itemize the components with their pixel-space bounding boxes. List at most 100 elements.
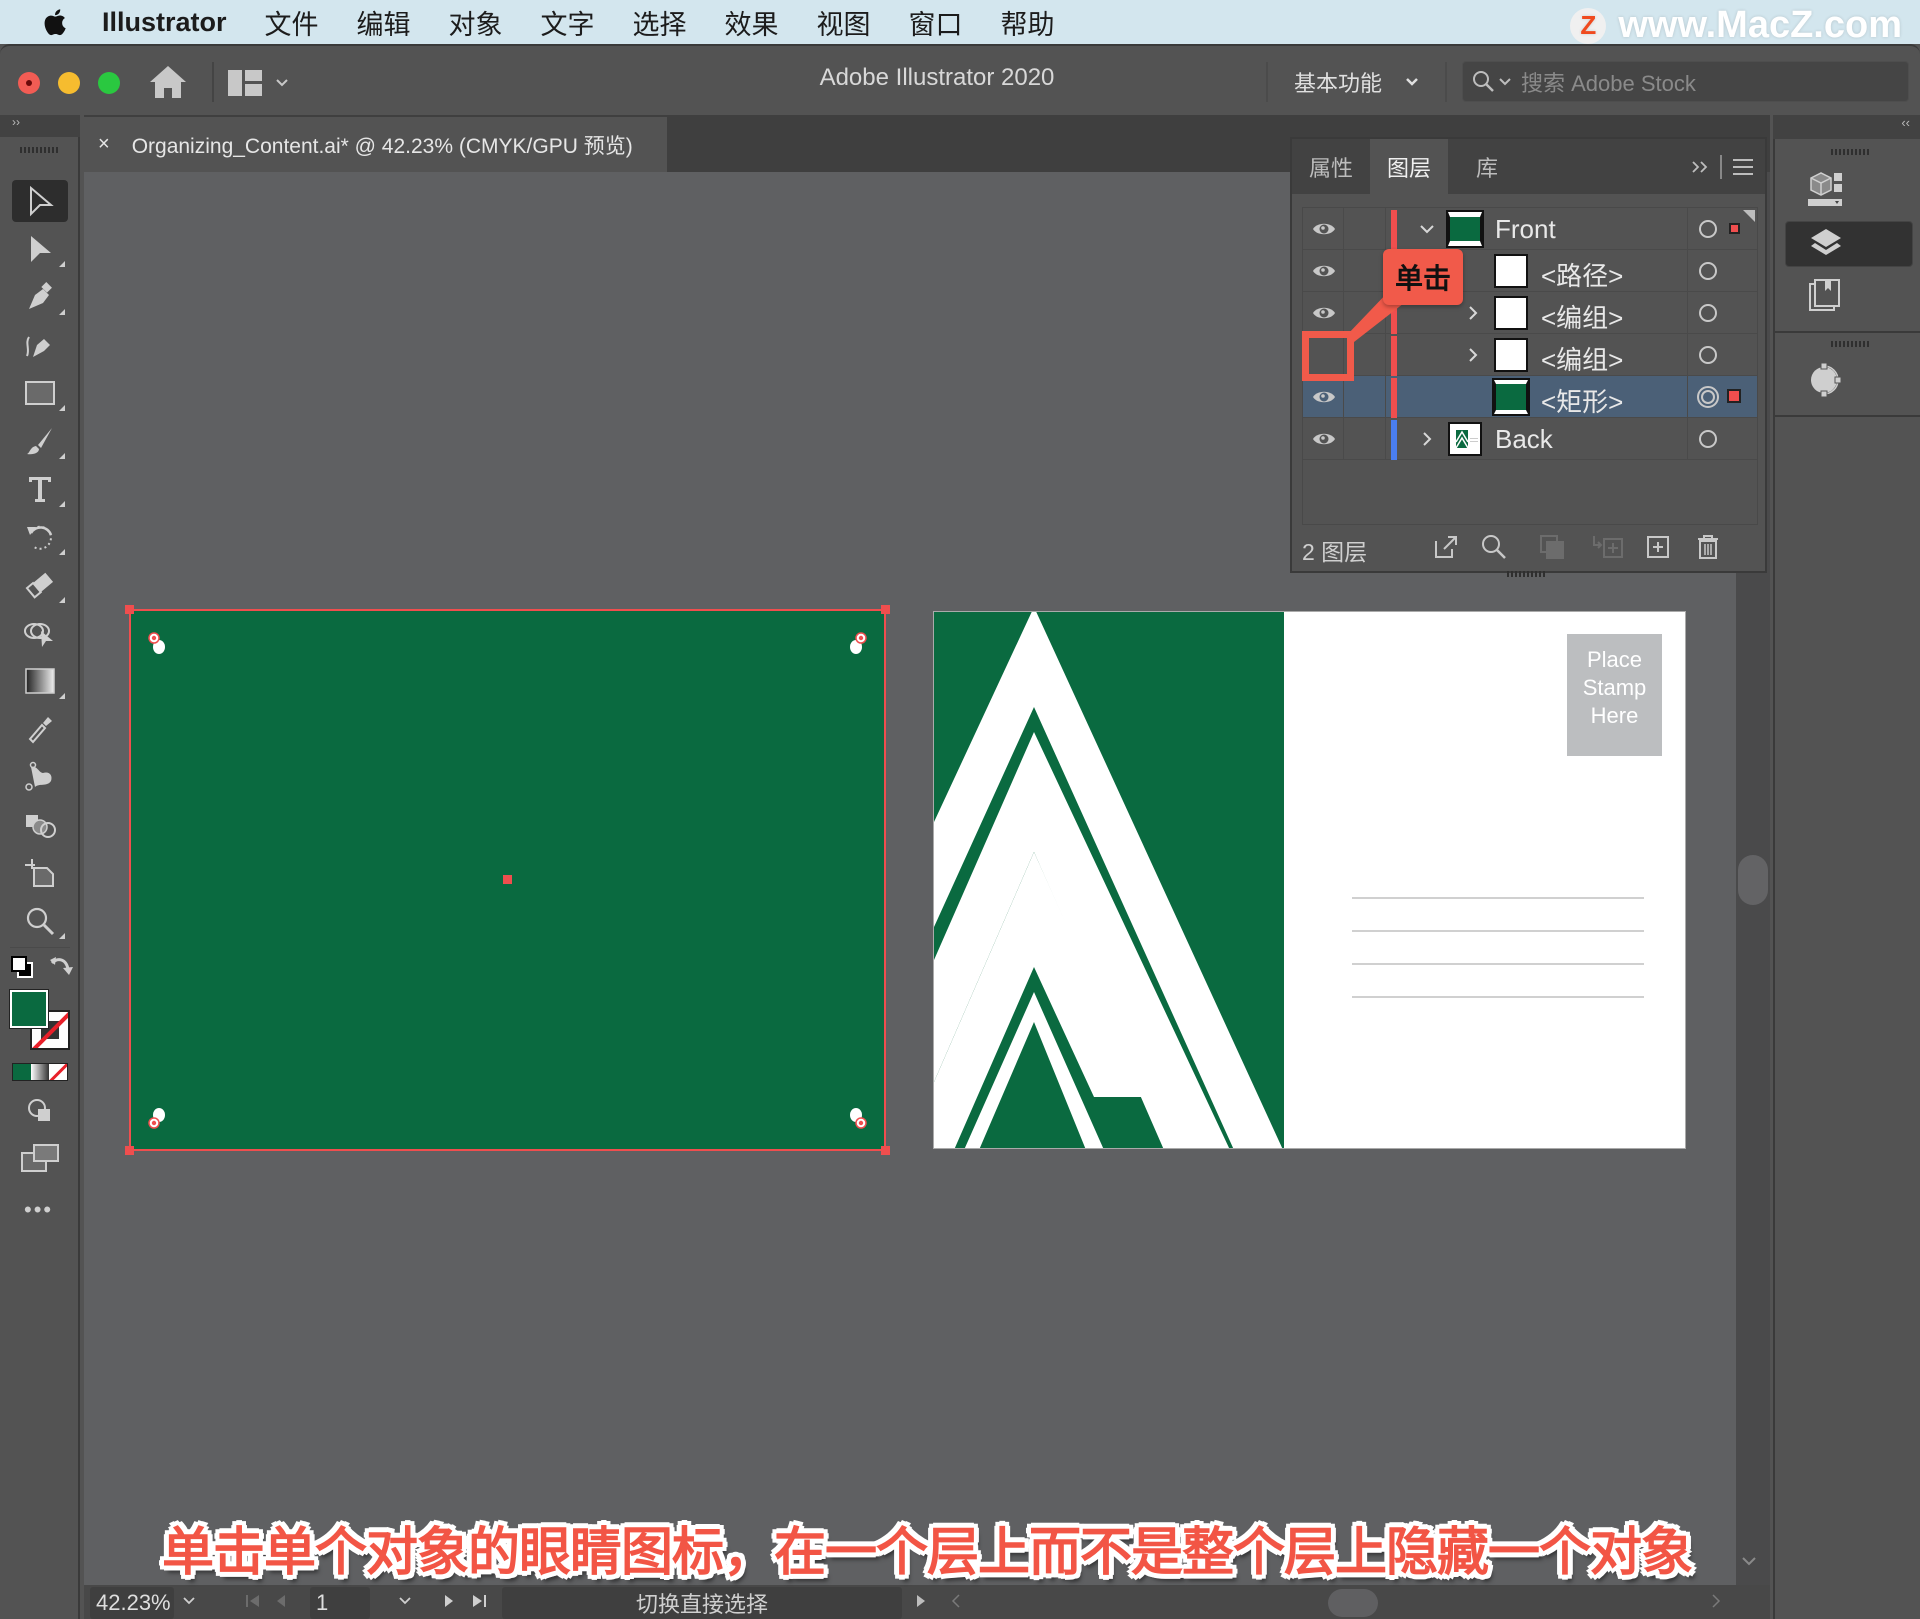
- layer-name[interactable]: <编组>: [1541, 298, 1623, 335]
- puppet-warp-tool[interactable]: [12, 756, 68, 798]
- eraser-tool[interactable]: [12, 564, 68, 606]
- gradient-button[interactable]: [31, 1064, 49, 1080]
- lock-toggle-cell[interactable]: [1343, 418, 1344, 460]
- next-artboard-icon[interactable]: [442, 1593, 456, 1609]
- menu-file[interactable]: 文件: [265, 3, 319, 42]
- create-new-layer-icon[interactable]: [1644, 533, 1672, 561]
- tab-properties[interactable]: 属性: [1292, 139, 1370, 194]
- target-indicator[interactable]: [1699, 430, 1717, 448]
- screen-mode-icon[interactable]: [20, 1143, 60, 1173]
- none-button[interactable]: [49, 1064, 67, 1080]
- chevron-down-icon[interactable]: [180, 1593, 198, 1609]
- vertical-scroll-thumb[interactable]: [1738, 855, 1768, 905]
- draw-mode-icon[interactable]: [26, 1097, 54, 1125]
- fill-color-preview[interactable]: [10, 990, 48, 1028]
- rotate-tool[interactable]: [12, 516, 68, 558]
- paintbrush-tool[interactable]: [12, 420, 68, 462]
- tab-libraries[interactable]: 库: [1448, 139, 1526, 194]
- menu-select[interactable]: 选择: [633, 3, 687, 42]
- default-fill-stroke-icon[interactable]: [10, 955, 36, 981]
- resize-handle-bottom-left[interactable]: [125, 1146, 134, 1155]
- menu-effect[interactable]: 效果: [725, 3, 779, 42]
- dock-properties-button[interactable]: [1785, 167, 1913, 213]
- pen-tool[interactable]: [12, 276, 68, 318]
- target-indicator[interactable]: [1699, 304, 1717, 322]
- scroll-right-icon[interactable]: [1710, 1593, 1722, 1609]
- chevron-right-icon[interactable]: [1463, 303, 1483, 323]
- resize-handle-bottom-right[interactable]: [881, 1146, 890, 1155]
- live-corner-widget[interactable]: [848, 1107, 868, 1131]
- panel-resize-grip[interactable]: [1507, 571, 1547, 577]
- layer-name[interactable]: <编组>: [1541, 340, 1623, 377]
- locate-object-icon[interactable]: [1480, 533, 1508, 561]
- expand-panel-icon[interactable]: [1690, 159, 1710, 175]
- blend-tool[interactable]: [12, 804, 68, 846]
- target-indicator-targeted[interactable]: [1697, 386, 1719, 408]
- layer-row-rectangle[interactable]: <矩形>: [1303, 376, 1757, 418]
- create-sublayer-icon[interactable]: [1590, 533, 1626, 561]
- target-indicator[interactable]: [1699, 346, 1717, 364]
- layer-name[interactable]: Front: [1495, 214, 1556, 245]
- dock-libraries-button[interactable]: [1785, 273, 1913, 319]
- zoom-tool[interactable]: [12, 900, 68, 942]
- eye-visibility-icon[interactable]: [1311, 426, 1337, 452]
- gradient-tool[interactable]: [12, 660, 68, 702]
- live-corner-widget[interactable]: [848, 631, 868, 655]
- first-artboard-icon[interactable]: [244, 1593, 262, 1609]
- artboard-back[interactable]: Place Stamp Here: [933, 611, 1686, 1149]
- menu-help[interactable]: 帮助: [1001, 3, 1055, 42]
- tab-layers[interactable]: 图层: [1370, 139, 1448, 194]
- shape-builder-tool[interactable]: [12, 612, 68, 654]
- dock-layers-button[interactable]: [1785, 221, 1913, 267]
- menu-app-name[interactable]: Illustrator: [102, 7, 227, 38]
- eye-visibility-icon[interactable]: [1311, 258, 1337, 284]
- zoom-level-field[interactable]: 42.23%: [90, 1587, 174, 1619]
- chevron-down-icon[interactable]: [396, 1593, 414, 1609]
- layer-name[interactable]: Back: [1495, 424, 1553, 455]
- scroll-left-icon[interactable]: [950, 1593, 962, 1609]
- menu-view[interactable]: 视图: [817, 3, 871, 42]
- horizontal-scroll-thumb[interactable]: [1328, 1589, 1378, 1617]
- layer-row-back[interactable]: Back: [1303, 418, 1757, 460]
- chevron-right-icon[interactable]: [1463, 345, 1483, 365]
- panel-menu-icon[interactable]: [1732, 157, 1754, 177]
- edit-toolbar-more-icon[interactable]: •••: [24, 1197, 53, 1223]
- layer-row-front[interactable]: Front: [1303, 208, 1757, 250]
- chevron-right-icon[interactable]: [1417, 429, 1437, 449]
- lock-toggle-cell[interactable]: [1343, 250, 1344, 292]
- live-corner-widget[interactable]: [147, 1107, 167, 1131]
- dock-collapse-button[interactable]: ‹‹: [1773, 115, 1920, 139]
- artboard-front[interactable]: [125, 605, 890, 1155]
- status-menu-arrow-icon[interactable]: [914, 1593, 928, 1609]
- chevron-down-icon[interactable]: [1417, 219, 1437, 239]
- workspace-dropdown[interactable]: 基本功能: [1294, 66, 1422, 98]
- eye-visibility-icon[interactable]: [1311, 216, 1337, 242]
- document-tab[interactable]: × Organizing_Content.ai* @ 42.23% (CMYK/…: [84, 117, 667, 172]
- menu-window[interactable]: 窗口: [909, 3, 963, 42]
- menu-object[interactable]: 对象: [449, 3, 503, 42]
- resize-handle-top-left[interactable]: [125, 605, 134, 614]
- swap-fill-stroke-icon[interactable]: [48, 955, 74, 981]
- artboard-tool[interactable]: [12, 852, 68, 894]
- menu-edit[interactable]: 编辑: [357, 3, 411, 42]
- panel-grip[interactable]: [20, 147, 58, 153]
- panel-grip[interactable]: [1831, 149, 1869, 155]
- mountain-chevron-artwork[interactable]: [934, 612, 1284, 1149]
- trash-icon[interactable]: [1694, 533, 1722, 561]
- make-clipping-mask-icon[interactable]: [1538, 533, 1566, 561]
- layer-name[interactable]: <路径>: [1541, 256, 1623, 293]
- dock-asset-export-button[interactable]: [1785, 357, 1913, 403]
- type-tool[interactable]: [12, 468, 68, 510]
- eye-visibility-icon[interactable]: [1311, 384, 1337, 410]
- eye-visibility-icon[interactable]: [1311, 300, 1337, 326]
- selection-indicator[interactable]: [1729, 223, 1740, 234]
- toolbar-collapse-button[interactable]: ››: [0, 115, 80, 137]
- layer-name[interactable]: <矩形>: [1541, 382, 1623, 419]
- color-button[interactable]: [13, 1064, 31, 1080]
- live-corner-widget[interactable]: [147, 631, 167, 655]
- artboard-number-field[interactable]: 1: [310, 1587, 370, 1619]
- selection-indicator[interactable]: [1727, 389, 1741, 403]
- rectangle-tool[interactable]: [12, 372, 68, 414]
- eyedropper-tool[interactable]: [12, 708, 68, 750]
- resize-handle-top-right[interactable]: [881, 605, 890, 614]
